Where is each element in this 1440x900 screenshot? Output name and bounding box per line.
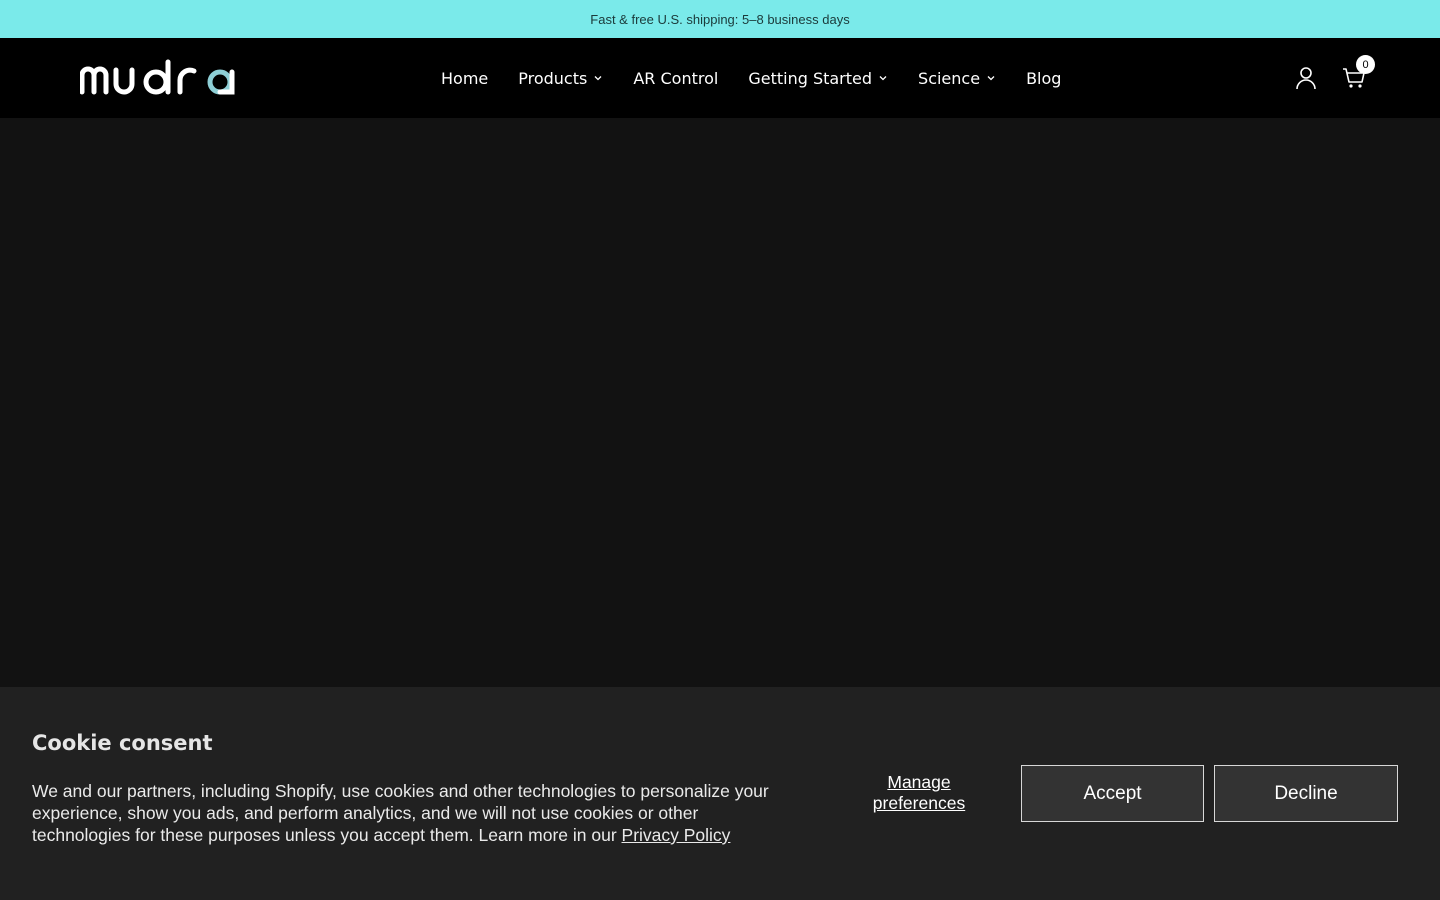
chevron-down-icon (987, 76, 995, 81)
nav-products-label: Products (518, 68, 588, 88)
logo-icon (80, 59, 235, 95)
nav-science[interactable]: Science (918, 69, 996, 88)
nav-ar-control-label: AR Control (633, 68, 719, 88)
site-header: Home Products AR Control Getting Started… (0, 38, 1440, 118)
header-icons: 0 (1292, 55, 1375, 96)
chevron-down-icon (594, 76, 602, 81)
accept-button[interactable]: Accept (1021, 765, 1204, 822)
cookie-consent-banner: Cookie consent We and our partners, incl… (0, 687, 1440, 900)
privacy-policy-link[interactable]: Privacy Policy (622, 825, 731, 845)
cookie-title: Cookie consent (32, 731, 213, 755)
nav-home-label: Home (441, 68, 489, 88)
account-button[interactable] (1292, 64, 1320, 92)
main-nav: Home Products AR Control Getting Started… (441, 38, 1061, 118)
hero-section (0, 118, 1440, 687)
nav-products[interactable]: Products (518, 69, 603, 88)
announcement-text: Fast & free U.S. shipping: 5–8 business … (590, 11, 850, 27)
cart-button[interactable]: 0 (1340, 55, 1375, 92)
user-icon (1296, 67, 1316, 90)
nav-ar-control[interactable]: AR Control (633, 69, 718, 88)
nav-getting-started-label: Getting Started (748, 68, 873, 88)
nav-blog[interactable]: Blog (1026, 69, 1061, 88)
mudra-logo[interactable] (80, 58, 245, 98)
cookie-description: We and our partners, including Shopify, … (32, 780, 772, 846)
cart-count-badge: 0 (1356, 55, 1375, 74)
announcement-bar: Fast & free U.S. shipping: 5–8 business … (0, 0, 1440, 38)
nav-getting-started[interactable]: Getting Started (748, 69, 888, 88)
chevron-down-icon (879, 76, 887, 81)
manage-preferences-link[interactable]: Manage preferences (860, 772, 978, 814)
nav-home[interactable]: Home (441, 69, 488, 88)
nav-blog-label: Blog (1026, 68, 1062, 88)
nav-science-label: Science (918, 68, 981, 88)
decline-button[interactable]: Decline (1214, 765, 1398, 822)
